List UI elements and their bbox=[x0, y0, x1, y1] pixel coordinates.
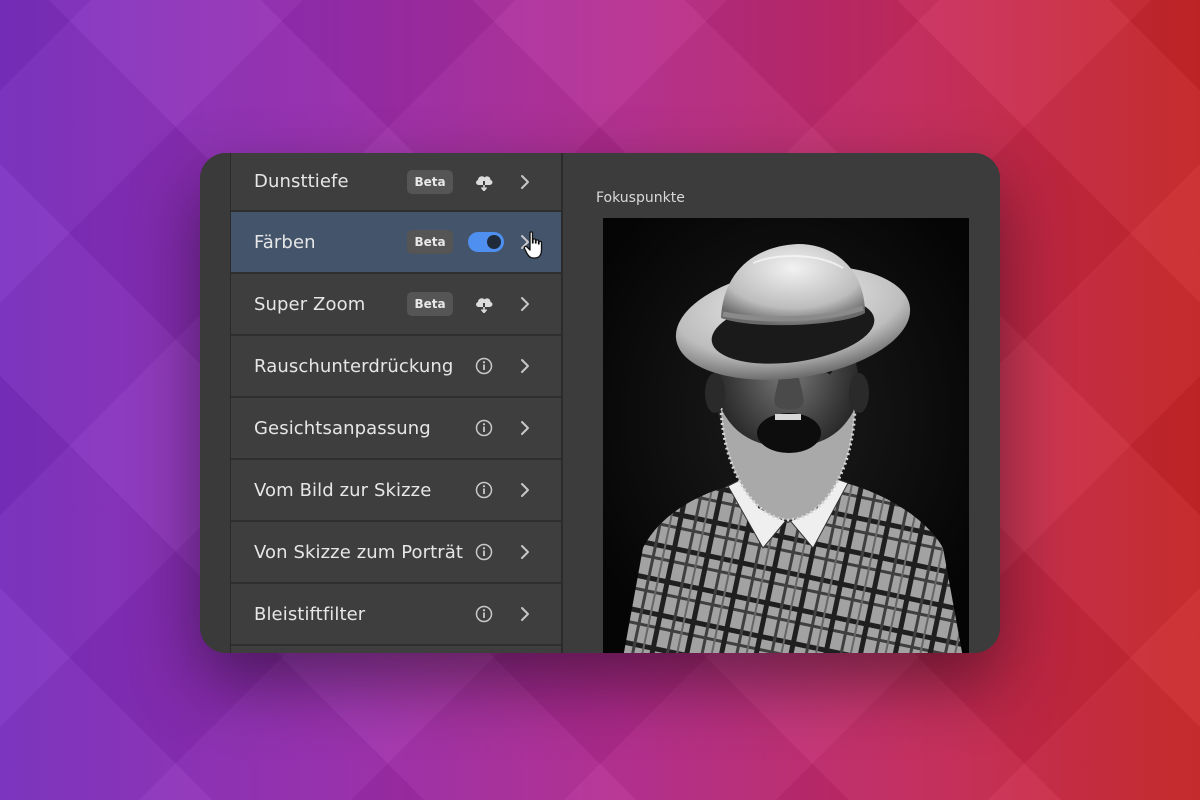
beta-badge: Beta bbox=[407, 169, 453, 194]
info-icon[interactable] bbox=[472, 354, 496, 378]
cloud-download-icon[interactable] bbox=[472, 292, 496, 316]
info-icon[interactable] bbox=[472, 540, 496, 564]
filter-label: Von Skizze zum Porträt bbox=[254, 541, 464, 563]
portrait-photo bbox=[603, 218, 969, 653]
filter-label: Super Zoom bbox=[254, 293, 366, 315]
neural-filters-window: Dunsttiefe Beta Färben Beta Super Zoom B… bbox=[200, 153, 1000, 653]
chevron-right-icon[interactable] bbox=[518, 295, 532, 313]
filter-row-rauschunterdrueckung[interactable]: Rauschunterdrückung bbox=[231, 336, 561, 398]
beta-badge: Beta bbox=[407, 230, 453, 254]
cloud-download-icon[interactable] bbox=[472, 170, 496, 194]
filter-label: Rauschunterdrückung bbox=[254, 355, 454, 377]
preview-image bbox=[603, 218, 969, 653]
filter-label: Dunsttiefe bbox=[254, 171, 349, 192]
hand-cursor-icon bbox=[522, 230, 548, 260]
filter-row-dunsttiefe[interactable]: Dunsttiefe Beta bbox=[231, 153, 561, 212]
info-icon[interactable] bbox=[472, 602, 496, 626]
filter-row-faerben[interactable]: Färben Beta bbox=[231, 212, 561, 274]
filter-label: Bleistiftfilter bbox=[254, 603, 366, 625]
filter-label: Vom Bild zur Skizze bbox=[254, 479, 432, 501]
filter-label: Färben bbox=[254, 231, 316, 253]
chevron-right-icon[interactable] bbox=[518, 481, 532, 499]
filter-row-super-zoom[interactable]: Super Zoom Beta bbox=[231, 274, 561, 336]
beta-badge: Beta bbox=[407, 292, 453, 316]
chevron-right-icon[interactable] bbox=[518, 605, 532, 623]
filter-row-gesichtsanpassung[interactable]: Gesichtsanpassung bbox=[231, 398, 561, 460]
chevron-right-icon[interactable] bbox=[518, 173, 532, 191]
chevron-right-icon[interactable] bbox=[518, 357, 532, 375]
info-icon[interactable] bbox=[472, 416, 496, 440]
enable-toggle[interactable] bbox=[468, 232, 504, 252]
filter-label: Gesichtsanpassung bbox=[254, 417, 431, 439]
filter-row-von-skizze-zum-portraet[interactable]: Von Skizze zum Porträt bbox=[231, 522, 561, 584]
filter-list: Dunsttiefe Beta Färben Beta Super Zoom B… bbox=[231, 153, 563, 653]
filter-row-bleistiftfilter[interactable]: Bleistiftfilter bbox=[231, 584, 561, 646]
filter-row-vom-bild-zur-skizze[interactable]: Vom Bild zur Skizze bbox=[231, 460, 561, 522]
info-icon[interactable] bbox=[472, 478, 496, 502]
chevron-right-icon[interactable] bbox=[518, 543, 532, 561]
left-gutter bbox=[200, 153, 231, 653]
chevron-right-icon[interactable] bbox=[518, 419, 532, 437]
preview-panel: Fokuspunkte bbox=[563, 153, 1000, 653]
panel-title: Fokuspunkte bbox=[596, 190, 685, 206]
toggle-knob bbox=[487, 235, 501, 249]
